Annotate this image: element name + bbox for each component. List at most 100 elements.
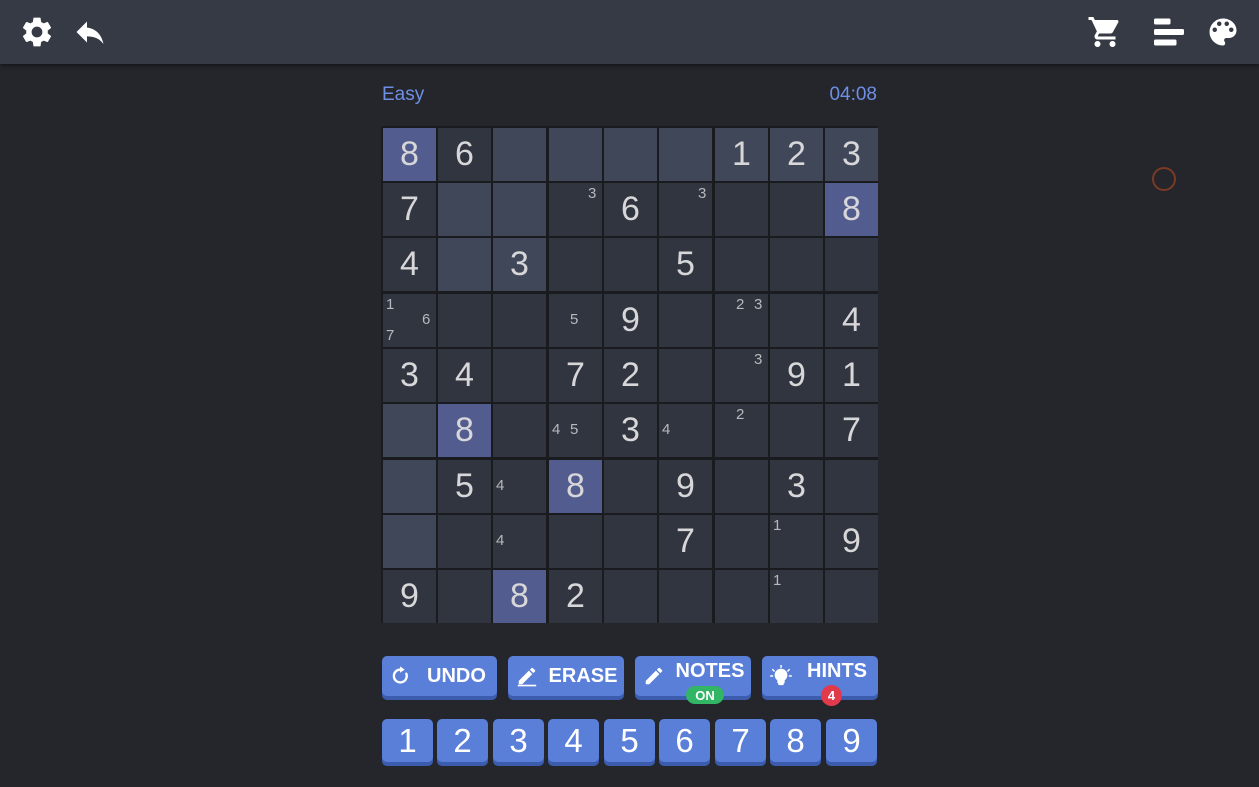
sudoku-cell-r2c3[interactable] [493, 183, 546, 236]
palette-icon[interactable] [1205, 14, 1241, 50]
sudoku-cell-r1c1[interactable]: 8 [383, 128, 436, 181]
sudoku-cell-r3c7[interactable] [715, 238, 768, 291]
sudoku-cell-r7c9[interactable] [825, 460, 878, 513]
sudoku-cell-r3c1[interactable]: 4 [383, 238, 436, 291]
sudoku-cell-r8c7[interactable] [715, 515, 768, 568]
sudoku-cell-r4c3[interactable] [493, 294, 546, 347]
sudoku-cell-r2c6[interactable]: 3 [659, 183, 712, 236]
number-button-5[interactable]: 5 [604, 719, 655, 762]
sudoku-cell-r6c9[interactable]: 7 [825, 404, 878, 457]
undo-button[interactable]: UNDO [382, 656, 497, 696]
sudoku-cell-r8c2[interactable] [438, 515, 491, 568]
sudoku-cell-r1c8[interactable]: 2 [770, 128, 823, 181]
sudoku-cell-r6c7[interactable]: 2 [715, 404, 768, 457]
number-button-9[interactable]: 9 [826, 719, 877, 762]
sudoku-cell-r3c8[interactable] [770, 238, 823, 291]
sudoku-cell-r3c4[interactable] [549, 238, 602, 291]
sudoku-cell-r7c6[interactable]: 9 [659, 460, 712, 513]
sudoku-cell-r2c1[interactable]: 7 [383, 183, 436, 236]
sudoku-cell-r5c5[interactable]: 2 [604, 349, 657, 402]
sudoku-cell-r9c5[interactable] [604, 570, 657, 623]
sudoku-cell-r5c2[interactable]: 4 [438, 349, 491, 402]
sudoku-cell-r7c5[interactable] [604, 460, 657, 513]
sudoku-cell-r3c6[interactable]: 5 [659, 238, 712, 291]
sudoku-cell-r2c2[interactable] [438, 183, 491, 236]
sudoku-cell-r4c8[interactable] [770, 294, 823, 347]
sudoku-cell-r4c4[interactable]: 5 [549, 294, 602, 347]
sudoku-cell-r1c4[interactable] [549, 128, 602, 181]
hints-button[interactable]: HINTS 4 [762, 656, 878, 706]
sudoku-cell-r9c1[interactable]: 9 [383, 570, 436, 623]
cart-icon[interactable] [1087, 14, 1123, 50]
sudoku-cell-r4c9[interactable]: 4 [825, 294, 878, 347]
sudoku-cell-r9c4[interactable]: 2 [549, 570, 602, 623]
sudoku-cell-r5c3[interactable] [493, 349, 546, 402]
sudoku-cell-r8c6[interactable]: 7 [659, 515, 712, 568]
settings-icon[interactable] [19, 14, 55, 50]
sudoku-cell-r9c9[interactable] [825, 570, 878, 623]
sudoku-cell-r6c4[interactable]: 45 [549, 404, 602, 457]
sudoku-cell-r1c7[interactable]: 1 [715, 128, 768, 181]
sudoku-cell-r9c7[interactable] [715, 570, 768, 623]
sudoku-cell-r7c7[interactable] [715, 460, 768, 513]
sudoku-cell-r8c3[interactable]: 4 [493, 515, 546, 568]
sudoku-cell-r5c9[interactable]: 1 [825, 349, 878, 402]
sudoku-cell-r4c1[interactable]: 1 6 7 [383, 294, 436, 347]
sudoku-cell-r2c9[interactable]: 8 [825, 183, 878, 236]
sudoku-cell-r9c3[interactable]: 8 [493, 570, 546, 623]
sudoku-cell-r6c3[interactable] [493, 404, 546, 457]
sudoku-cell-r5c4[interactable]: 7 [549, 349, 602, 402]
number-button-4[interactable]: 4 [548, 719, 599, 762]
sudoku-cell-r7c2[interactable]: 5 [438, 460, 491, 513]
cell-note: 2 [736, 296, 745, 313]
erase-button[interactable]: ERASE [508, 656, 624, 696]
sudoku-cell-r7c4[interactable]: 8 [549, 460, 602, 513]
sudoku-cell-r2c4[interactable]: 3 [549, 183, 602, 236]
sudoku-cell-r8c9[interactable]: 9 [825, 515, 878, 568]
sudoku-cell-r5c7[interactable]: 3 [715, 349, 768, 402]
sudoku-cell-r8c8[interactable]: 1 [770, 515, 823, 568]
number-button-7[interactable]: 7 [715, 719, 766, 762]
sudoku-cell-r3c5[interactable] [604, 238, 657, 291]
leaderboard-icon[interactable] [1151, 14, 1187, 50]
number-button-8[interactable]: 8 [770, 719, 821, 762]
sudoku-cell-r2c5[interactable]: 6 [604, 183, 657, 236]
sudoku-cell-r9c2[interactable] [438, 570, 491, 623]
sudoku-cell-r6c2[interactable]: 8 [438, 404, 491, 457]
sudoku-cell-r4c5[interactable]: 9 [604, 294, 657, 347]
sudoku-cell-r8c5[interactable] [604, 515, 657, 568]
sudoku-cell-r3c2[interactable] [438, 238, 491, 291]
number-button-2[interactable]: 2 [437, 719, 488, 762]
sudoku-cell-r4c7[interactable]: 23 [715, 294, 768, 347]
sudoku-cell-r1c3[interactable] [493, 128, 546, 181]
sudoku-cell-r4c6[interactable] [659, 294, 712, 347]
sudoku-cell-r5c8[interactable]: 9 [770, 349, 823, 402]
sudoku-cell-r5c6[interactable] [659, 349, 712, 402]
sudoku-cell-r1c6[interactable] [659, 128, 712, 181]
sudoku-cell-r6c5[interactable]: 3 [604, 404, 657, 457]
number-button-3[interactable]: 3 [493, 719, 544, 762]
sudoku-cell-r7c1[interactable] [383, 460, 436, 513]
sudoku-cell-r4c2[interactable] [438, 294, 491, 347]
sudoku-cell-r1c5[interactable] [604, 128, 657, 181]
sudoku-cell-r8c1[interactable] [383, 515, 436, 568]
sudoku-cell-r2c8[interactable] [770, 183, 823, 236]
sudoku-cell-r6c1[interactable] [383, 404, 436, 457]
sudoku-cell-r9c6[interactable] [659, 570, 712, 623]
sudoku-cell-r1c9[interactable]: 3 [825, 128, 878, 181]
sudoku-cell-r3c3[interactable]: 3 [493, 238, 546, 291]
sudoku-cell-r7c3[interactable]: 4 [493, 460, 546, 513]
sudoku-cell-r3c9[interactable] [825, 238, 878, 291]
back-arrow-icon[interactable] [72, 14, 108, 50]
sudoku-cell-r2c7[interactable] [715, 183, 768, 236]
number-button-1[interactable]: 1 [382, 719, 433, 762]
notes-button[interactable]: NOTES ON [635, 656, 751, 704]
sudoku-cell-r6c8[interactable] [770, 404, 823, 457]
sudoku-cell-r6c6[interactable]: 4 [659, 404, 712, 457]
sudoku-cell-r9c8[interactable]: 1 [770, 570, 823, 623]
sudoku-cell-r8c4[interactable] [549, 515, 602, 568]
number-button-6[interactable]: 6 [659, 719, 710, 762]
sudoku-cell-r5c1[interactable]: 3 [383, 349, 436, 402]
sudoku-cell-r7c8[interactable]: 3 [770, 460, 823, 513]
sudoku-cell-r1c2[interactable]: 6 [438, 128, 491, 181]
